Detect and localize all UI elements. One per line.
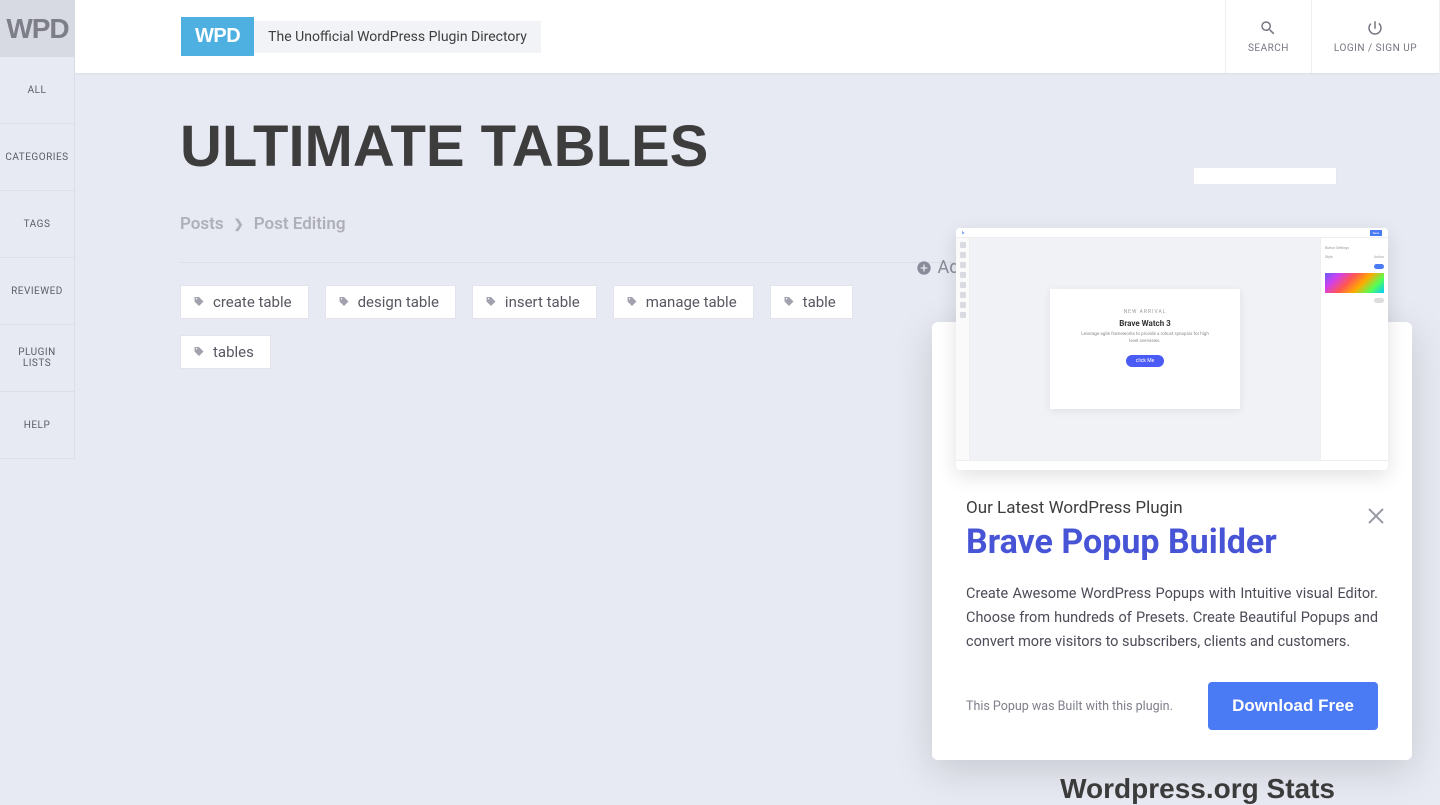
breadcrumb-current[interactable]: Post Editing xyxy=(254,214,346,234)
popup-note: This Popup was Built with this plugin. xyxy=(966,699,1173,714)
login-label: LOGIN / SIGN UP xyxy=(1334,43,1417,54)
brand-short: WPD xyxy=(6,13,68,45)
brand-badge[interactable]: WPD xyxy=(181,17,254,56)
tag-manage-table[interactable]: manage table xyxy=(613,285,754,319)
brand-tagline: The Unofficial WordPress Plugin Director… xyxy=(254,21,541,53)
tag-icon xyxy=(193,296,205,308)
popup-subheading: Our Latest WordPress Plugin xyxy=(966,498,1378,518)
plus-circle-icon xyxy=(916,260,932,276)
topbar: WPD The Unofficial WordPress Plugin Dire… xyxy=(75,0,1440,73)
sidebar-item-help[interactable]: HELP xyxy=(0,392,74,459)
tag-table[interactable]: table xyxy=(770,285,853,319)
sidebar-item-tags[interactable]: TAGS xyxy=(0,191,74,258)
promo-screenshot: bSave NEW ARRIVAL Brave Watch 3 Leverage… xyxy=(956,228,1388,470)
sidebar: ALL CATEGORIES TAGS REVIEWED PLUGIN LIST… xyxy=(0,57,75,459)
tags-row: create table design table insert table m… xyxy=(180,285,900,369)
power-icon xyxy=(1366,19,1384,37)
side-ad-placeholder xyxy=(1193,167,1337,185)
popup-close-button[interactable] xyxy=(1364,504,1388,528)
login-button[interactable]: LOGIN / SIGN UP xyxy=(1311,0,1440,73)
search-icon xyxy=(1259,19,1277,37)
sidebar-item-all[interactable]: ALL xyxy=(0,57,74,124)
search-label: SEARCH xyxy=(1248,43,1289,54)
tag-icon xyxy=(783,296,795,308)
tag-icon xyxy=(338,296,350,308)
tag-icon xyxy=(193,346,205,358)
sidebar-item-reviewed[interactable]: REVIEWED xyxy=(0,258,74,325)
search-button[interactable]: SEARCH xyxy=(1225,0,1312,73)
page-title: ULTIMATE TABLES xyxy=(180,113,1335,180)
popup-title[interactable]: Brave Popup Builder xyxy=(966,522,1378,562)
tag-icon xyxy=(485,296,497,308)
tag-tables[interactable]: tables xyxy=(180,335,271,369)
tag-create-table[interactable]: create table xyxy=(180,285,309,319)
breadcrumb-root[interactable]: Posts xyxy=(180,214,224,234)
popup-description: Create Awesome WordPress Popups with Int… xyxy=(966,582,1378,654)
tag-design-table[interactable]: design table xyxy=(325,285,456,319)
tag-icon xyxy=(626,296,638,308)
popup-cta-button[interactable]: Download Free xyxy=(1208,682,1378,730)
promo-popup: bSave NEW ARRIVAL Brave Watch 3 Leverage… xyxy=(932,322,1412,760)
brand-logo[interactable]: WPD xyxy=(0,0,75,57)
sidebar-item-plugin-lists[interactable]: PLUGIN LISTS xyxy=(0,325,74,392)
stats-heading: Wordpress.org Stats xyxy=(1060,773,1335,805)
chevron-right-icon: ❯ xyxy=(234,217,244,231)
sidebar-item-categories[interactable]: CATEGORIES xyxy=(0,124,74,191)
close-icon xyxy=(1364,504,1388,528)
tag-insert-table[interactable]: insert table xyxy=(472,285,597,319)
